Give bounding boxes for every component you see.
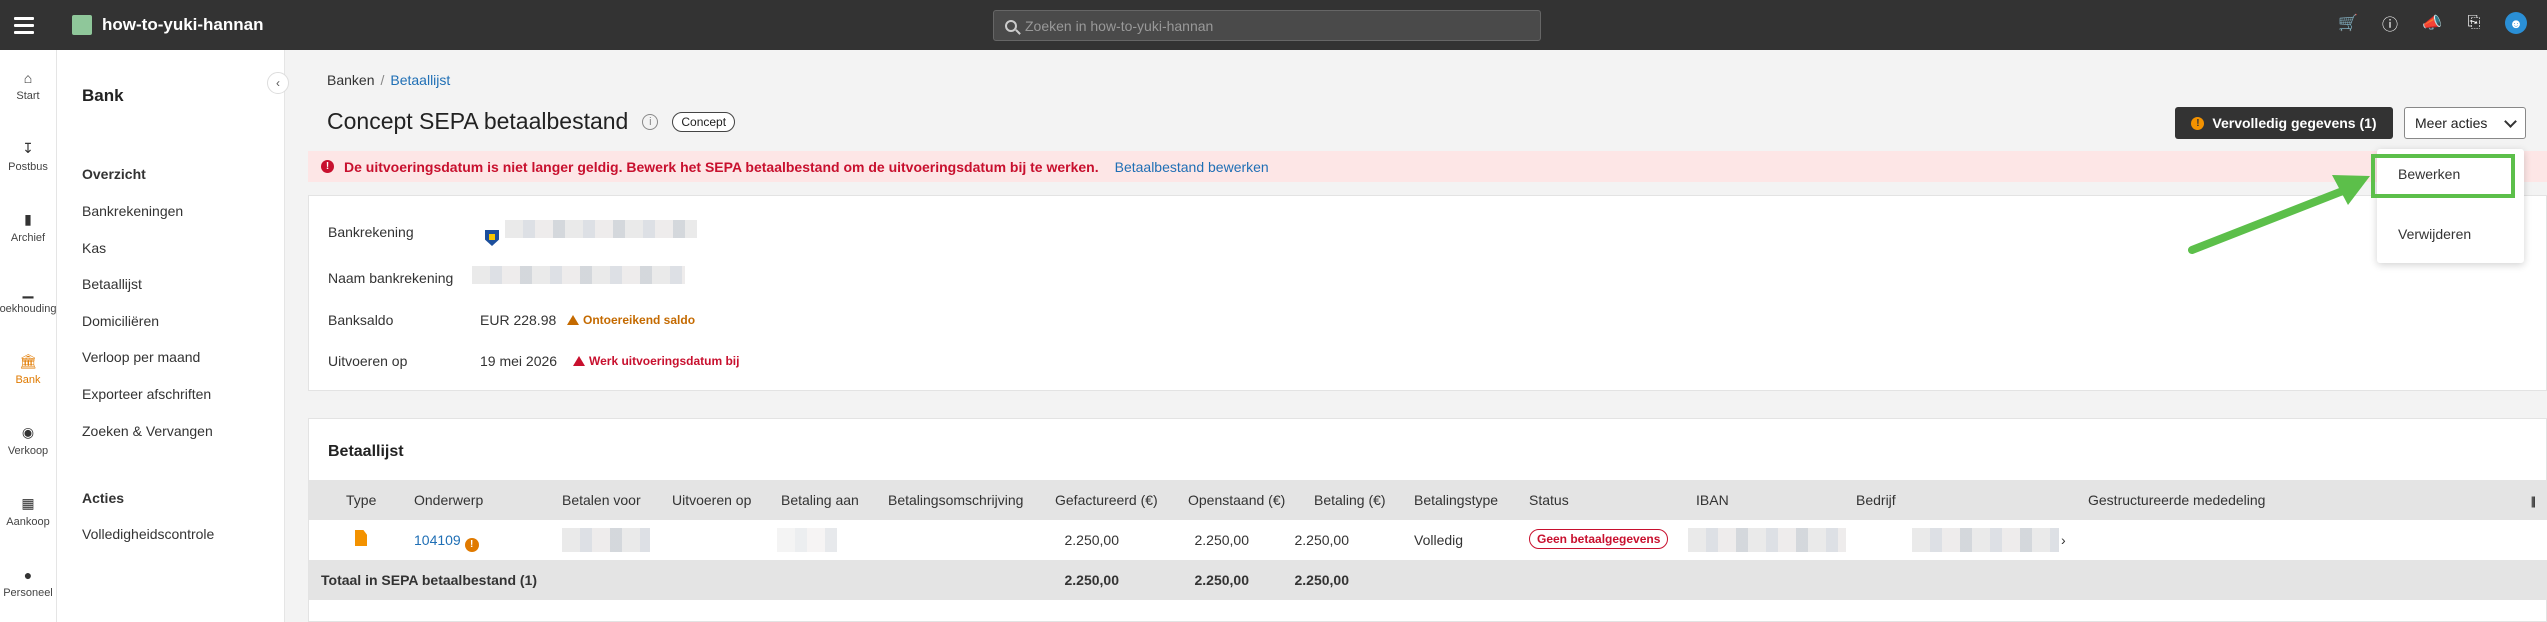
annotation-arrow-icon xyxy=(2188,175,2370,254)
